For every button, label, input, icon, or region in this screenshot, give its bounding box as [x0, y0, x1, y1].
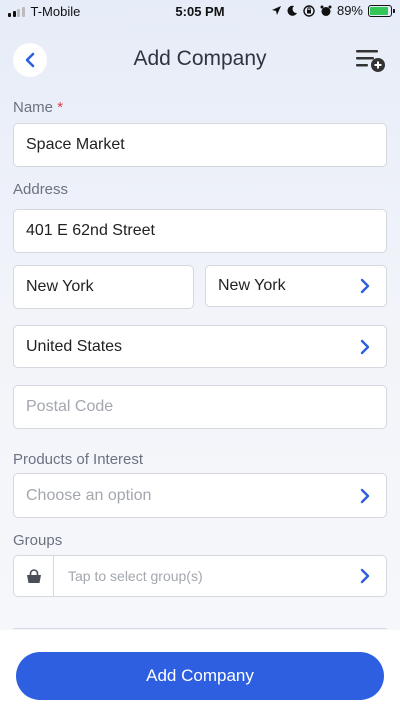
country-select[interactable]: United States	[13, 325, 387, 368]
chevron-right-icon	[360, 568, 370, 584]
required-mark: *	[57, 99, 64, 116]
chevron-right-icon	[360, 488, 370, 503]
status-icons: 89%	[271, 3, 395, 18]
location-arrow-icon	[271, 6, 281, 15]
header: Add Company	[0, 40, 400, 80]
city-field[interactable]: New York	[13, 265, 194, 309]
list-add-icon	[356, 50, 385, 72]
groups-select[interactable]: Tap to select group(s)	[13, 555, 387, 597]
address-label: Address	[13, 181, 69, 198]
divider	[13, 628, 387, 629]
state-value: New York	[218, 277, 286, 294]
page-title: Add Company	[133, 47, 267, 70]
status-bar: T-Mobile 5:05 PM 89%	[0, 0, 400, 22]
screen-lock-icon	[303, 4, 315, 17]
chevron-right-icon	[360, 278, 370, 294]
battery-charging-icon	[368, 4, 395, 17]
groups-placeholder: Tap to select group(s)	[68, 568, 203, 584]
battery-percent: 89%	[336, 3, 363, 18]
street-value: 401 E 62nd Street	[26, 222, 155, 239]
basket-icon	[26, 568, 41, 583]
chevron-right-icon	[360, 339, 370, 354]
alarm-icon	[320, 5, 332, 16]
state-select[interactable]: New York	[205, 265, 387, 307]
postal-code-field[interactable]: Postal Code	[13, 385, 387, 429]
menu-button[interactable]	[355, 46, 387, 74]
add-company-button[interactable]: Add Company	[16, 652, 384, 700]
city-value: New York	[26, 278, 94, 295]
products-placeholder: Choose an option	[26, 486, 152, 504]
products-label: Products of Interest	[13, 451, 144, 468]
name-label: Name *	[13, 99, 63, 116]
street-field[interactable]: 401 E 62nd Street	[13, 209, 387, 253]
country-value: United States	[26, 337, 123, 355]
name-field[interactable]: Space Market	[13, 123, 387, 167]
moon-icon	[287, 5, 297, 16]
name-label-text: Name	[13, 99, 54, 116]
name-value: Space Market	[26, 136, 125, 153]
postal-code-placeholder: Postal Code	[26, 398, 114, 415]
products-select[interactable]: Choose an option	[13, 473, 387, 518]
groups-label: Groups	[13, 532, 63, 549]
groups-icon-cell	[14, 556, 54, 596]
